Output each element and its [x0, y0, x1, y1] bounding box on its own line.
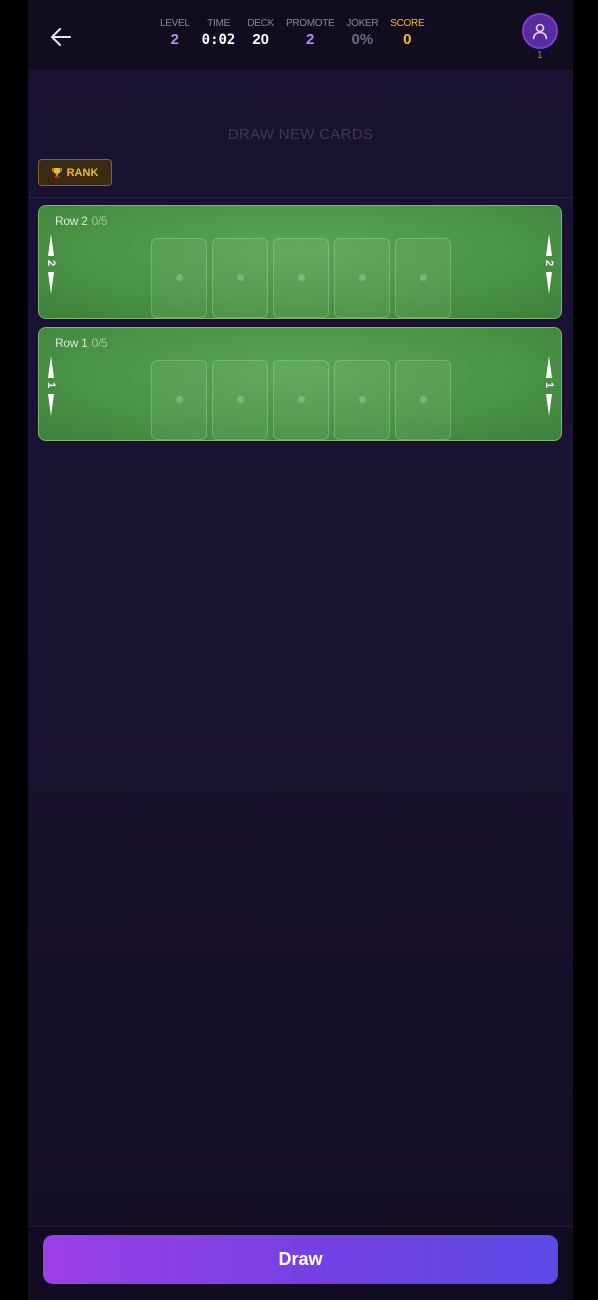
stat-label: JOKER — [346, 18, 379, 29]
stat-value: 2 — [170, 31, 179, 48]
stat-promote: PROMOTE 2 — [285, 18, 335, 50]
profile-level: 1 — [537, 50, 543, 61]
slot-dot — [420, 396, 427, 403]
slot-dot — [176, 274, 183, 281]
stats-bar: LEVEL 2 TIME 0:02 DECK 20 PROMOTE 2 JOKE… — [160, 18, 436, 50]
row-marker-right: 1 — [542, 356, 556, 416]
stat-time: TIME 0:02 — [202, 18, 236, 50]
card-slot[interactable] — [334, 238, 390, 318]
slot-dot — [298, 274, 305, 281]
row-marker-number: 1 — [45, 381, 57, 389]
arrow-left-icon — [51, 28, 71, 46]
draw-button[interactable]: Draw — [43, 1235, 558, 1284]
card-slot[interactable] — [151, 360, 207, 440]
stat-value: 20 — [252, 31, 269, 48]
row-marker-number: 2 — [543, 259, 555, 267]
stat-label: SCORE — [390, 18, 425, 29]
rank-button[interactable]: RANK — [38, 159, 112, 186]
stat-value: 0 — [403, 31, 412, 48]
profile-button[interactable] — [522, 13, 558, 49]
header-bar: LEVEL 2 TIME 0:02 DECK 20 PROMOTE 2 JOKE… — [28, 0, 573, 70]
bottom-bar: Draw — [28, 1226, 573, 1300]
stat-label: TIME — [207, 18, 230, 29]
row-name: Row 2 — [55, 214, 88, 228]
card-slots — [151, 360, 451, 440]
slot-dot — [359, 274, 366, 281]
row-count: 0/5 — [91, 336, 108, 350]
card-slots — [151, 238, 451, 318]
rank-label: RANK — [66, 166, 99, 179]
row-marker-right: 2 — [542, 234, 556, 294]
game-screen: LEVEL 2 TIME 0:02 DECK 20 PROMOTE 2 JOKE… — [28, 0, 573, 1300]
card-slot[interactable] — [395, 360, 451, 440]
card-slot[interactable] — [212, 360, 268, 440]
card-slot[interactable] — [273, 360, 329, 440]
slot-dot — [237, 274, 244, 281]
stat-value: 0% — [351, 31, 374, 48]
row-marker-number: 1 — [543, 381, 555, 389]
stat-score: SCORE 0 — [390, 18, 424, 50]
stat-label: DECK — [247, 18, 274, 29]
row-name: Row 1 — [55, 336, 88, 350]
draw-hint-text: DRAW NEW CARDS — [227, 126, 374, 143]
card-slot[interactable] — [334, 360, 390, 440]
row-marker-number: 2 — [45, 259, 57, 267]
row-marker-left: 1 — [44, 356, 58, 416]
trophy-icon — [51, 168, 62, 178]
row-count: 0/5 — [91, 214, 108, 228]
slot-dot — [298, 396, 305, 403]
stat-level: LEVEL 2 — [160, 18, 190, 50]
row-board-2[interactable]: Row 2 0/5 2 2 — [38, 205, 562, 319]
card-slot[interactable] — [212, 238, 268, 318]
row-label: Row 2 0/5 — [55, 214, 108, 228]
stat-label: LEVEL — [160, 18, 190, 29]
stat-value: 2 — [306, 31, 315, 48]
card-slot[interactable] — [151, 238, 207, 318]
stat-label: PROMOTE — [285, 18, 335, 29]
divider — [28, 197, 573, 198]
row-board-1[interactable]: Row 1 0/5 1 1 — [38, 327, 562, 441]
user-icon — [532, 23, 548, 40]
stat-deck: DECK 20 — [247, 18, 274, 50]
card-slot[interactable] — [395, 238, 451, 318]
stat-value: 0:02 — [201, 32, 236, 48]
slot-dot — [420, 274, 427, 281]
slot-dot — [359, 396, 366, 403]
slot-dot — [176, 396, 183, 403]
card-slot[interactable] — [273, 238, 329, 318]
row-marker-left: 2 — [44, 234, 58, 294]
stat-joker: JOKER 0% — [346, 18, 378, 50]
slot-dot — [237, 396, 244, 403]
back-button[interactable] — [46, 22, 76, 52]
row-label: Row 1 0/5 — [55, 336, 108, 350]
